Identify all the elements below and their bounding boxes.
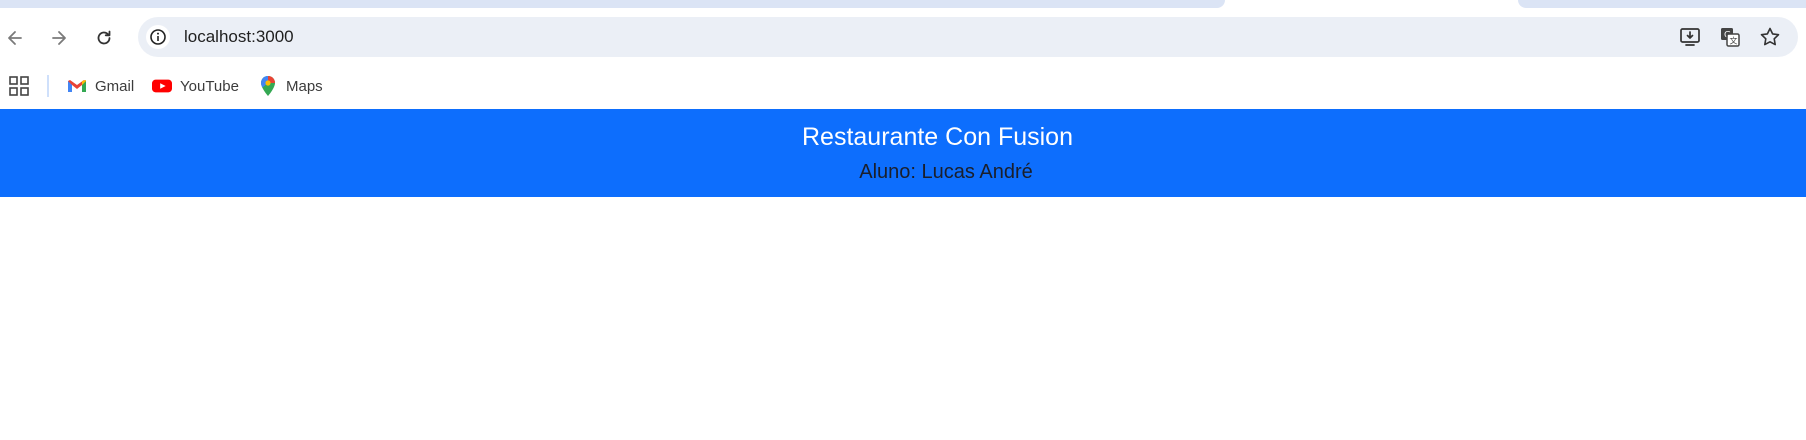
svg-text:文: 文 <box>1730 36 1738 46</box>
forward-arrow-icon <box>52 31 66 45</box>
gmail-icon <box>67 76 87 96</box>
apps-button[interactable] <box>8 75 30 97</box>
page-subtitle: Aluno: Lucas André <box>859 161 1033 183</box>
inactive-tab-area-right[interactable] <box>1518 0 1806 8</box>
youtube-icon <box>152 76 172 96</box>
inactive-tab-area-left[interactable] <box>0 0 1225 8</box>
reload-button[interactable] <box>90 24 118 52</box>
forward-button[interactable] <box>45 24 73 52</box>
bookmark-gmail-label: Gmail <box>95 77 135 95</box>
page-title: Restaurante Con Fusion <box>802 123 1073 151</box>
page-body <box>0 197 1806 440</box>
site-info-button[interactable] <box>146 25 170 49</box>
back-arrow-icon <box>8 31 22 45</box>
back-button[interactable] <box>1 24 29 52</box>
maps-icon <box>258 76 278 96</box>
site-info-icon <box>150 29 166 45</box>
bookmark-gmail[interactable]: Gmail <box>67 71 134 101</box>
bookmark-star-icon <box>1760 27 1780 46</box>
page-header-banner: Restaurante Con Fusion Aluno: Lucas Andr… <box>0 109 1806 197</box>
bookmark-maps[interactable]: Maps <box>258 71 323 101</box>
bookmark-star-button[interactable] <box>1758 25 1782 49</box>
reload-icon <box>97 30 111 45</box>
install-app-icon <box>1680 28 1700 46</box>
translate-button[interactable]: G 文 <box>1718 25 1742 49</box>
install-app-button[interactable] <box>1678 25 1702 49</box>
apps-grid-icon <box>9 76 29 96</box>
bookmark-maps-label: Maps <box>286 77 323 95</box>
bookmark-youtube[interactable]: YouTube <box>152 71 239 101</box>
bookmarks-bar: Gmail YouTube Maps <box>0 67 1806 109</box>
address-bar[interactable]: localhost:3000 G 文 <box>138 17 1798 57</box>
bookmark-youtube-label: YouTube <box>180 77 239 95</box>
translate-icon: G 文 <box>1721 28 1740 47</box>
url-text[interactable]: localhost:3000 <box>184 17 294 57</box>
bookmarks-separator <box>47 75 49 97</box>
browser-toolbar: localhost:3000 G 文 <box>0 8 1806 67</box>
